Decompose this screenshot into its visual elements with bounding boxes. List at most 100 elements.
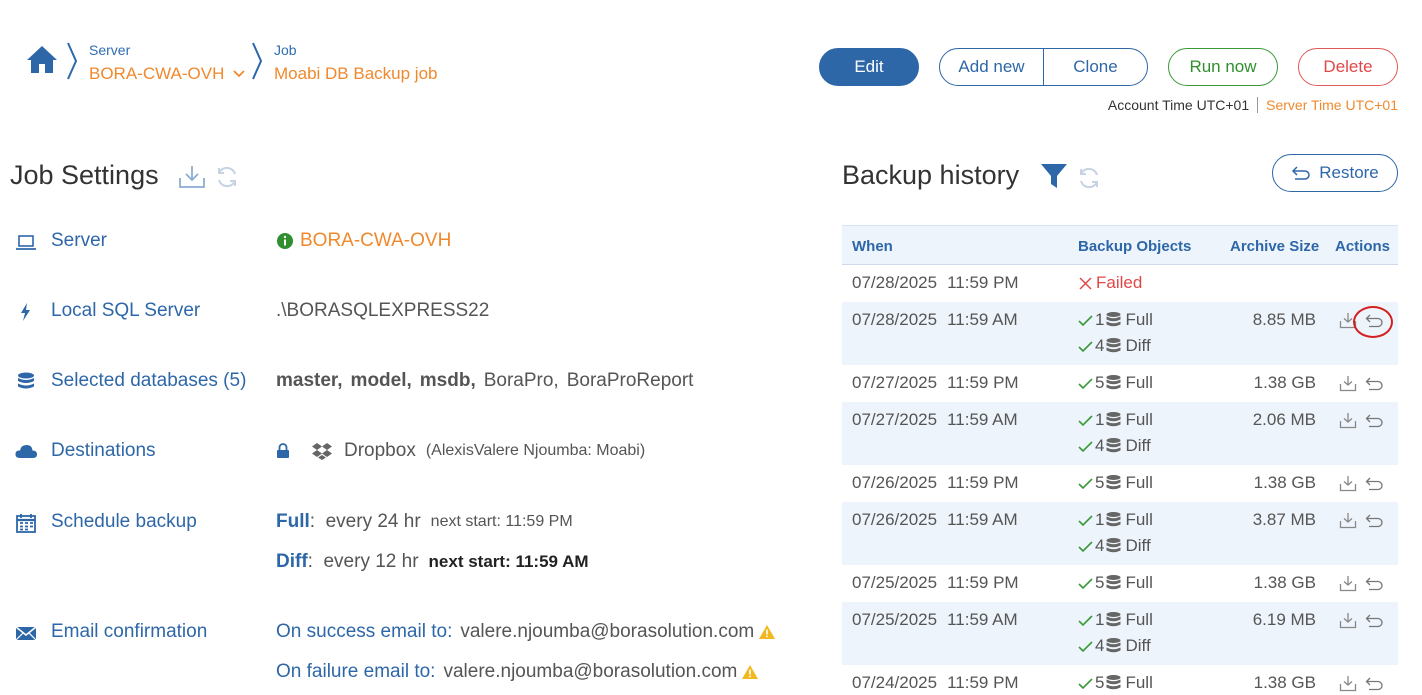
undo-icon xyxy=(1292,166,1310,180)
refresh-icon[interactable] xyxy=(215,165,239,189)
table-row[interactable]: 07/27/2025 11:59 PM 5 Full 1.38 GB xyxy=(842,365,1398,402)
database-icon xyxy=(1106,412,1121,427)
database-icon xyxy=(1106,612,1121,627)
object-count: 5 xyxy=(1095,673,1105,692)
failed-label: Failed xyxy=(1096,273,1143,292)
add-new-button[interactable]: Add new xyxy=(940,49,1043,85)
download-icon[interactable] xyxy=(1339,675,1357,692)
row-archive-size: 1.38 GB xyxy=(1253,473,1316,492)
download-icon[interactable] xyxy=(178,164,206,190)
row-archive-size: 1.38 GB xyxy=(1253,373,1316,392)
row-actions xyxy=(1339,575,1383,592)
run-now-button[interactable]: Run now xyxy=(1168,48,1278,86)
databases-list: master, model, msdb, BoraPro, BoraProRep… xyxy=(276,370,693,392)
backup-object-line: 5 Full xyxy=(1078,670,1153,695)
restore-button[interactable]: Restore xyxy=(1272,154,1398,192)
backup-object-line: 1 Full xyxy=(1078,407,1153,433)
row-archive-size: 3.87 MB xyxy=(1252,510,1316,529)
row-archive-size: 1.38 GB xyxy=(1253,673,1316,692)
row-time: 11:59 PM xyxy=(947,273,1019,292)
schedule-label: Schedule backup xyxy=(51,511,197,532)
home-icon[interactable] xyxy=(26,44,58,74)
row-date: 07/28/2025 xyxy=(852,273,938,292)
row-when: 07/26/2025 11:59 AM xyxy=(852,510,1018,530)
dropbox-icon xyxy=(312,443,332,460)
destination-name: Dropbox xyxy=(344,440,416,461)
check-icon xyxy=(1078,340,1093,352)
restore-icon[interactable] xyxy=(1365,414,1383,428)
breadcrumb-separator-icon xyxy=(67,42,78,80)
database-icon xyxy=(1106,675,1121,690)
schedule-full: Full : every 24 hr next start: 11:59 PM xyxy=(276,511,573,533)
email-label: Email confirmation xyxy=(51,621,208,642)
breadcrumb-server-name[interactable]: BORA-CWA-OVH xyxy=(89,64,224,84)
clone-button[interactable]: Clone xyxy=(1043,49,1147,85)
highlight-circle xyxy=(1353,306,1393,338)
backup-object-line: 5 Full xyxy=(1078,570,1153,596)
breadcrumb-server-dropdown[interactable]: BORA-CWA-OVH xyxy=(89,64,246,84)
filter-icon[interactable] xyxy=(1040,162,1068,190)
restore-icon[interactable] xyxy=(1365,477,1383,491)
table-body: 07/28/2025 11:59 PM Failed 07/28/2025 11:59 … xyxy=(842,265,1398,695)
destination-value-group: Dropbox (AlexisValere Njoumba: Moabi) xyxy=(276,440,645,462)
object-type: Full xyxy=(1125,510,1153,529)
row-archive-size: 1.38 GB xyxy=(1253,573,1316,592)
table-row[interactable]: 07/28/2025 11:59 PM Failed xyxy=(842,265,1398,302)
server-value[interactable]: BORA-CWA-OVH xyxy=(300,230,451,252)
row-when: 07/24/2025 11:59 PM xyxy=(852,673,1019,693)
download-icon[interactable] xyxy=(1339,412,1357,429)
row-actions xyxy=(1339,412,1383,429)
row-backup-objects: 5 Full xyxy=(1078,570,1153,596)
object-count: 5 xyxy=(1095,373,1105,392)
row-backup-objects: 5 Full xyxy=(1078,470,1153,496)
object-type: Full xyxy=(1125,310,1153,329)
table-row[interactable]: 07/26/2025 11:59 AM 1 Full 4 Diff 3.87 MB xyxy=(842,502,1398,565)
download-icon[interactable] xyxy=(1339,575,1357,592)
backup-object-line: 4 Diff xyxy=(1078,633,1153,659)
row-date: 07/26/2025 xyxy=(852,510,938,529)
database-icon xyxy=(1106,475,1121,490)
check-icon xyxy=(1078,677,1093,689)
backup-object-line: 4 Diff xyxy=(1078,433,1153,459)
chevron-down-icon[interactable] xyxy=(232,69,246,79)
row-when: 07/27/2025 11:59 PM xyxy=(852,373,1019,393)
restore-icon[interactable] xyxy=(1365,614,1383,628)
lock-icon xyxy=(277,443,289,458)
row-backup-objects: 5 Full xyxy=(1078,670,1153,695)
restore-icon[interactable] xyxy=(1365,577,1383,591)
column-when[interactable]: When xyxy=(852,238,893,255)
table-row[interactable]: 07/27/2025 11:59 AM 1 Full 4 Diff 2.06 MB xyxy=(842,402,1398,465)
table-row[interactable]: 07/25/2025 11:59 AM 1 Full 4 Diff 6.19 MB xyxy=(842,602,1398,665)
destinations-label: Destinations xyxy=(51,440,156,461)
column-backup-objects[interactable]: Backup Objects xyxy=(1078,238,1191,255)
table-row[interactable]: 07/25/2025 11:59 PM 5 Full 1.38 GB xyxy=(842,565,1398,602)
table-row[interactable]: 07/24/2025 11:59 PM 5 Full 1.38 GB xyxy=(842,665,1398,695)
download-icon[interactable] xyxy=(1339,375,1357,392)
restore-icon[interactable] xyxy=(1365,514,1383,528)
row-actions xyxy=(1339,375,1383,392)
refresh-icon[interactable] xyxy=(1077,166,1101,190)
envelope-icon xyxy=(15,626,37,641)
row-archive-size: 6.19 MB xyxy=(1252,610,1316,629)
delete-button[interactable]: Delete xyxy=(1298,48,1398,86)
download-icon[interactable] xyxy=(1339,612,1357,629)
check-icon xyxy=(1078,314,1093,326)
email-failure-label: On failure email to: xyxy=(276,661,436,682)
column-archive-size[interactable]: Archive Size xyxy=(1230,238,1319,255)
row-date: 07/25/2025 xyxy=(852,573,938,592)
row-time: 11:59 AM xyxy=(947,610,1018,629)
database-item: model, xyxy=(350,370,412,391)
restore-icon[interactable] xyxy=(1365,377,1383,391)
edit-button[interactable]: Edit xyxy=(819,48,919,86)
row-time: 11:59 AM xyxy=(947,510,1018,529)
object-count: 4 xyxy=(1095,436,1105,455)
row-backup-objects: 1 Full 4 Diff xyxy=(1078,407,1153,459)
table-header: When Backup Objects Archive Size Actions xyxy=(842,225,1398,265)
schedule-full-next: next start: 11:59 PM xyxy=(430,513,573,530)
download-icon[interactable] xyxy=(1339,475,1357,492)
restore-icon[interactable] xyxy=(1365,677,1383,691)
table-row[interactable]: 07/28/2025 11:59 AM 1 Full 4 Diff 8.85 MB xyxy=(842,302,1398,365)
download-icon[interactable] xyxy=(1339,512,1357,529)
database-icon xyxy=(1106,538,1121,553)
table-row[interactable]: 07/26/2025 11:59 PM 5 Full 1.38 GB xyxy=(842,465,1398,502)
